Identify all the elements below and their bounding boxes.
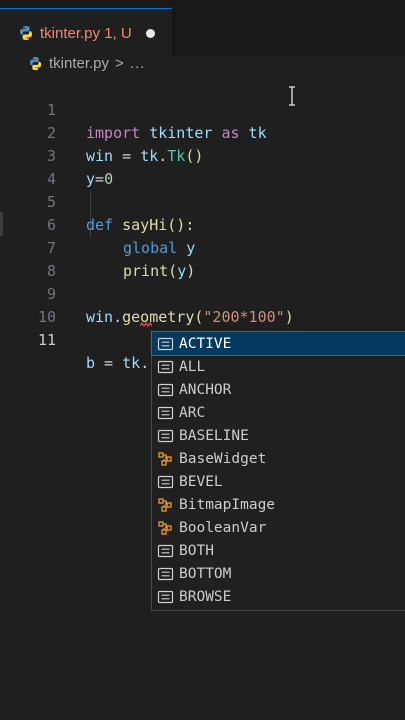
suggestion-label: BOTH [179,542,214,559]
suggestion-item[interactable]: BooleanVar [152,516,405,539]
constant-icon [157,406,174,419]
breadcrumb-more[interactable]: ... [130,55,146,72]
suggestion-label: BooleanVar [179,519,267,536]
tab-label: tkinter.py 1, U [40,24,132,42]
python-file-icon [20,26,32,40]
code-line: 6 global y [0,191,405,257]
suggestion-label: ANCHOR [179,381,232,398]
line-number: 11 [37,331,56,349]
class-icon [158,520,172,535]
constant-icon [157,475,174,488]
suggestion-item[interactable]: ALL [152,355,405,378]
python-file-icon [29,56,42,70]
constant-icon [157,544,174,557]
suggestion-item[interactable]: BEVEL [152,470,405,493]
code-line: 2 win = tk.Tk() [0,99,405,165]
code-line: 7 print(y) [0,214,405,280]
constant-icon [157,383,174,396]
suggestion-label: BEVEL [179,473,223,490]
code-line: 5 def sayHi(): [0,168,405,234]
text-cursor-icon [289,86,295,106]
suggestion-label: BASELINE [179,427,249,444]
constant-icon [157,567,174,580]
code-line: 4 [0,145,405,188]
constant-icon [157,337,174,350]
code-line: 1 import tkinter as tk [0,76,405,142]
code-token: b [86,354,96,372]
suggestion-item[interactable]: ANCHOR [152,378,405,401]
suggestion-label: BaseWidget [179,450,267,467]
autocomplete-popup[interactable]: ACTIVE ALL ANCHOR ARC BASELINE BaseWidge… [151,331,405,611]
suggestion-label: BOTTOM [179,565,232,582]
class-icon [158,451,172,466]
suggestion-label: BROWSE [179,588,232,605]
suggestion-item[interactable]: BOTH [152,539,405,562]
code-line: 10 [0,283,405,326]
suggestion-item[interactable]: BOTTOM [152,562,405,585]
constant-icon [157,590,174,603]
code-line: 9 win.geometry("200*100") [0,260,405,326]
suggestion-label: BitmapImage [179,496,276,513]
code-token: tk [122,354,141,372]
code-line: 3 y=0 [0,122,405,188]
suggestion-item[interactable]: BASELINE [152,424,405,447]
error-squiggle-icon [140,322,152,327]
code-token: . [140,354,150,372]
suggestion-item[interactable]: BROWSE [152,585,405,608]
suggestion-label: ACTIVE [179,335,232,352]
tab-bar: tkinter.py 1, U [0,0,405,57]
tab-tkinter-py[interactable]: tkinter.py 1, U [0,8,172,57]
suggestion-label: ALL [179,358,206,375]
breadcrumb: tkinter.py > ... [0,52,405,74]
suggestion-item[interactable]: ACTIVE [151,331,405,356]
suggestion-label: ARC [179,404,206,421]
breadcrumb-separator: > [115,54,124,72]
suggestion-item[interactable]: BitmapImage [152,493,405,516]
constant-icon [157,429,174,442]
breadcrumb-file[interactable]: tkinter.py [49,55,109,72]
class-icon [158,497,172,512]
code-line-current: 11 b = tk. [0,306,405,372]
code-token: = [95,354,123,372]
code-line: 8 [0,237,405,280]
suggestion-item[interactable]: BaseWidget [152,447,405,470]
suggestion-item[interactable]: ARC [152,401,405,424]
unsaved-dot-icon[interactable] [145,28,155,38]
constant-icon [157,360,174,373]
